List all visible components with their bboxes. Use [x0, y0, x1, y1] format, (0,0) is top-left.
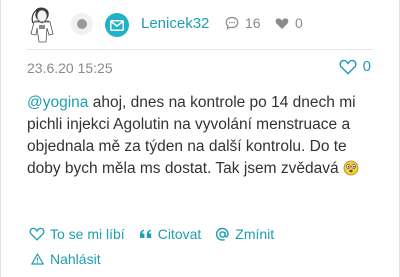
mention-label: Zmínit [235, 226, 275, 242]
post-timestamp: 23.6.20 15:25 [27, 60, 113, 76]
post-actions: To se mi líbí Citovat Zmínit [29, 226, 288, 242]
username-link[interactable]: Lenicek32 [141, 15, 209, 32]
like-label: To se mi líbí [50, 226, 125, 242]
send-message-button[interactable] [105, 13, 129, 37]
speech-bubble-icon [225, 16, 239, 30]
avatar[interactable] [27, 6, 57, 44]
post-message: @yogina ahoj, dnes na kontrole po 14 dne… [27, 92, 377, 180]
report-button[interactable]: Nahlásit [31, 251, 101, 267]
heart-outline-icon [339, 59, 357, 75]
status-dot-inner [77, 19, 87, 29]
post-header [27, 6, 57, 44]
quote-icon [139, 229, 151, 238]
mention-link[interactable]: @yogina [27, 94, 88, 111]
heart-icon [275, 17, 289, 29]
heart-count: 0 [275, 15, 303, 31]
quote-label: Citovat [157, 226, 202, 242]
comment-count-value: 16 [245, 15, 261, 31]
heart-count-value: 0 [295, 15, 303, 31]
post-like-button[interactable]: 0 [339, 58, 371, 75]
avatar-illustration [30, 7, 54, 43]
heart-outline-icon [29, 227, 45, 241]
curious-face-emoji-icon [343, 160, 359, 176]
warning-triangle-icon [31, 253, 44, 265]
envelope-icon [110, 19, 124, 31]
like-button[interactable]: To se mi líbí [29, 226, 125, 242]
post-like-count: 0 [362, 58, 371, 75]
comment-count: 16 [225, 15, 261, 31]
mention-button[interactable]: Zmínit [215, 226, 274, 242]
offline-status-icon [71, 13, 93, 35]
at-sign-icon [216, 227, 229, 241]
post-card: Lenicek32 16 0 23.6.20 15:25 0 @yogina a… [0, 0, 400, 277]
quote-button[interactable]: Citovat [139, 226, 202, 242]
header-divider [27, 49, 373, 50]
report-label: Nahlásit [50, 251, 101, 267]
